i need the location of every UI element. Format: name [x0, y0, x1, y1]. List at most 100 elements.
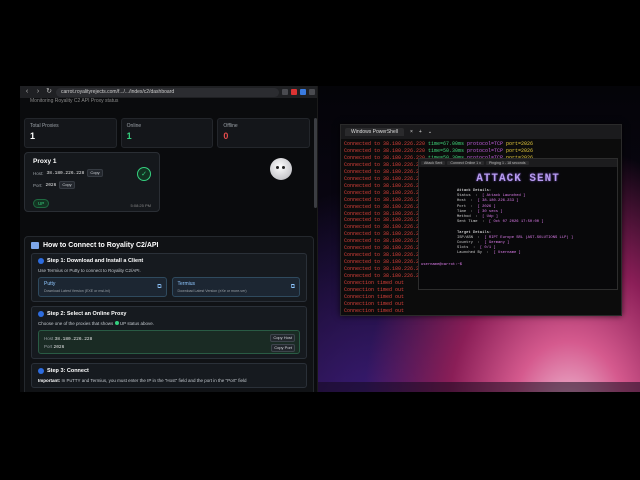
- extension-icon[interactable]: [282, 89, 288, 95]
- detail-key: Host: [457, 199, 467, 204]
- detail-key: Status: [457, 194, 471, 199]
- detail-row: Launched By : [ Username ]: [457, 251, 521, 256]
- port-value: 2026: [53, 345, 65, 350]
- scrollbar[interactable]: [314, 118, 317, 208]
- log-line: Connected to 38.180.226.220 time=67.00ms…: [344, 141, 534, 147]
- connect-heading: How to Connect to Royality C2/API: [31, 242, 307, 249]
- plus-icon[interactable]: +: [419, 129, 422, 135]
- port-label: Port: [44, 344, 53, 349]
- copy-host-button[interactable]: Copy Host: [270, 334, 295, 342]
- stat-value: 1: [30, 131, 36, 141]
- stat-value: 0: [223, 131, 229, 141]
- step-title-text: Step 2: Select an Online Proxy: [47, 311, 127, 317]
- proxy-port-row: Port 2026: [44, 344, 294, 350]
- brave-shield-icon[interactable]: [291, 89, 297, 95]
- detail-key: ISP/ASN: [457, 235, 473, 240]
- terminal-tab[interactable]: Attack Sent: [421, 161, 446, 165]
- proxy-port-row: Port: 2026 Copy: [33, 181, 151, 189]
- selected-proxy-box: Host 38.180.226.228 Port 2026 Copy Host …: [38, 330, 300, 354]
- screen: ‹ › ↻ carrot.royalityrejects.com/f.../..…: [0, 0, 640, 480]
- powershell-tab-title: Windows PowerShell: [351, 129, 398, 135]
- important-label: Important:: [38, 378, 61, 383]
- detail-key: Launched By: [457, 251, 483, 256]
- address-bar[interactable]: carrot.royalityrejects.com/f.../.../inde…: [56, 87, 279, 97]
- extension-icon[interactable]: [300, 89, 306, 95]
- check-icon: [38, 311, 44, 317]
- external-link-icon[interactable]: ⧉: [291, 284, 295, 291]
- port-label: Port:: [33, 182, 43, 188]
- step-desc-text-after: UP status above.: [119, 321, 155, 326]
- external-link-icon[interactable]: ⧉: [157, 284, 161, 291]
- stat-label: Online: [126, 123, 142, 129]
- step-1: Step 1: Download and Install a Client Us…: [31, 253, 307, 302]
- terminal-tabs: Attack Sent Connect Online 1 x Pinging 1…: [419, 159, 617, 167]
- step-title: Step 3: Connect: [38, 368, 300, 374]
- chevron-down-icon[interactable]: ⌄: [428, 129, 432, 135]
- client-list: Putty Download Latest Version (EXE or ms…: [38, 277, 300, 297]
- host-value: 38.180.226.228: [46, 170, 85, 176]
- log-line: Connection timed out: [344, 307, 405, 314]
- detail-value: [ Username ]: [493, 251, 521, 256]
- dashboard-page: Monitoring Royality C2 API Proxy status …: [20, 98, 317, 392]
- detail-value: [ 38.180.226.233 ]: [477, 199, 519, 204]
- last-check-time: 5:08:25 PM: [130, 203, 151, 208]
- client-name: Putty: [44, 281, 56, 287]
- step-3: Step 3: Connect Important: In PuTTY and …: [31, 363, 307, 388]
- client-download-link[interactable]: Download Latest Version (eXe or more-ver…: [178, 289, 295, 293]
- connect-guide: How to Connect to Royality C2/API Step 1…: [24, 236, 314, 392]
- step-2: Step 2: Select an Online Proxy Choose on…: [31, 306, 307, 359]
- up-status-dot: [114, 321, 119, 325]
- browser-window: ‹ › ↻ carrot.royalityrejects.com/f.../..…: [20, 86, 318, 392]
- page-subtitle: Monitoring Royality C2 API Proxy status: [30, 98, 119, 104]
- powershell-tab[interactable]: Windows PowerShell: [345, 128, 404, 136]
- client-download-link[interactable]: Download Latest Version (EXE or msi-ini): [44, 289, 161, 293]
- step-desc: Important: In PuTTY and Termius, you mus…: [38, 378, 300, 383]
- detail-value: [ Attack Launched ]: [482, 194, 526, 199]
- check-circle-icon: ✓: [137, 167, 151, 181]
- powershell-titlebar: Windows PowerShell × + ⌄: [341, 125, 621, 139]
- terminal-tab[interactable]: Pinging 1 - 18 seconds: [485, 161, 529, 165]
- attack-terminal-window[interactable]: Attack Sent Connect Online 1 x Pinging 1…: [418, 158, 618, 290]
- step-title: Step 1: Download and Install a Client: [38, 258, 300, 264]
- copy-port-button[interactable]: Copy: [59, 181, 75, 189]
- detail-value: [ 0/1 ]: [479, 246, 496, 251]
- copy-port-button[interactable]: Copy Port: [271, 344, 295, 352]
- close-icon[interactable]: ×: [410, 129, 413, 135]
- proxy-title: Proxy 1: [33, 158, 57, 165]
- chevron-right-icon[interactable]: ›: [34, 86, 42, 98]
- chevron-left-icon[interactable]: ‹: [23, 86, 31, 98]
- proxy-host-row: Host 38.180.226.228: [44, 336, 294, 342]
- log-line: Connected to 38.180.226.220 time=50.30ms…: [344, 147, 534, 154]
- taskbar[interactable]: [318, 382, 640, 392]
- stats-row: Total Proxies 1 Online 1 Offline 0: [24, 118, 311, 148]
- attack-details: Attack Details: Status : [ Attack Launche…: [419, 189, 617, 257]
- browser-toolbar: ‹ › ↻ carrot.royalityrejects.com/f.../..…: [20, 86, 317, 98]
- detail-value: [ 2026 ]: [477, 204, 496, 209]
- terminal-tab[interactable]: Connect Online 1 x: [447, 161, 484, 165]
- download-icon: [38, 258, 44, 264]
- host-value: 38.180.226.228: [54, 337, 93, 342]
- copy-host-button[interactable]: Copy: [87, 169, 103, 177]
- stat-label: Total Proxies: [30, 123, 59, 129]
- detail-key: Port: [457, 204, 467, 209]
- step-title: Step 2: Select an Online Proxy: [38, 311, 300, 317]
- ghost-icon: [270, 158, 292, 180]
- plug-icon: [38, 368, 44, 374]
- detail-key: Sent Time: [457, 220, 478, 225]
- client-termius[interactable]: Termius Download Latest Version (eXe or …: [171, 277, 300, 297]
- proxy-host-row: Host: 38.180.226.228 Copy: [33, 169, 151, 177]
- menu-icon[interactable]: [309, 89, 315, 95]
- detail-key: Country: [457, 241, 473, 246]
- stat-label: Offline: [223, 123, 238, 129]
- connect-heading-text: How to Connect to Royality C2/API: [43, 242, 159, 249]
- client-putty[interactable]: Putty Download Latest Version (EXE or ms…: [38, 277, 167, 297]
- log-line: Connection timed out: [344, 293, 405, 300]
- step-desc: Choose one of the proxies that shows UP …: [38, 321, 300, 326]
- detail-key: Method: [457, 215, 471, 220]
- terminal-prompt[interactable]: username@carrot:~$: [421, 263, 462, 267]
- reload-icon[interactable]: ↻: [45, 86, 53, 98]
- log-line: Connection timed out: [344, 300, 405, 307]
- step-desc: Use Termius or Putty to connect to Royal…: [38, 268, 141, 273]
- stat-card-offline: Offline 0: [217, 118, 311, 148]
- detail-value: [ Udp ]: [482, 215, 499, 220]
